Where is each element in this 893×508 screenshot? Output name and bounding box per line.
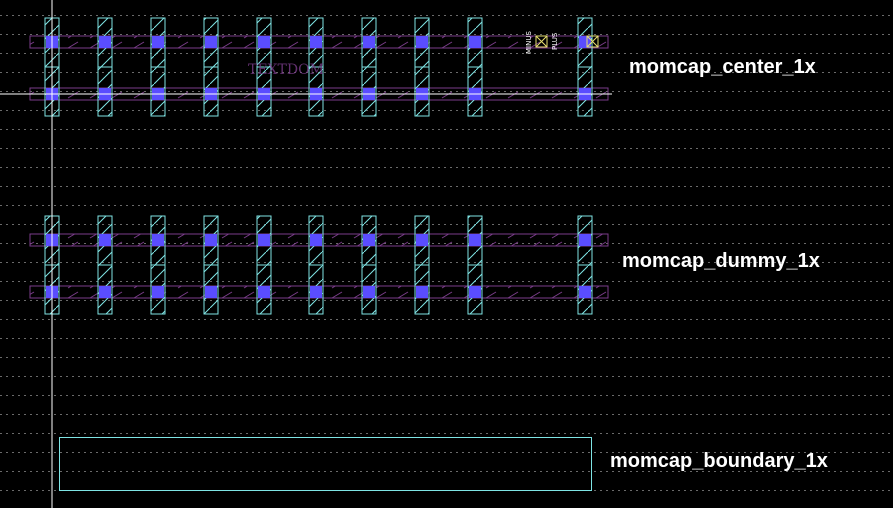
dummy-array bbox=[29, 215, 609, 315]
dummy-via bbox=[363, 234, 375, 246]
dummy-via bbox=[258, 234, 270, 246]
dummy-via bbox=[579, 234, 591, 246]
center-via bbox=[310, 36, 322, 48]
dummy-via bbox=[469, 234, 481, 246]
layout-canvas[interactable]: MINUS PLUS TEXTDOM momcap_center_1x momcap… bbox=[0, 0, 893, 508]
center-via bbox=[99, 36, 111, 48]
cell-label-dummy: momcap_dummy_1x bbox=[622, 250, 820, 272]
pin-label-minus: MINUS bbox=[525, 31, 533, 54]
pin-label-plus: PLUS bbox=[551, 32, 559, 50]
dummy-via bbox=[310, 286, 322, 298]
dummy-via bbox=[310, 234, 322, 246]
center-via bbox=[416, 36, 428, 48]
dummy-via bbox=[363, 286, 375, 298]
boundary-outline bbox=[59, 437, 592, 491]
dummy-via bbox=[205, 234, 217, 246]
cell-label-boundary: momcap_boundary_1x bbox=[610, 450, 828, 472]
dummy-via bbox=[205, 286, 217, 298]
dummy-via bbox=[152, 234, 164, 246]
center-array: MINUS PLUS TEXTDOM bbox=[29, 17, 609, 117]
cell-watermark: TEXTDOM bbox=[248, 62, 324, 78]
layout-structures: MINUS PLUS TEXTDOM bbox=[29, 17, 609, 491]
cell-label-center: momcap_center_1x bbox=[629, 56, 816, 78]
center-via bbox=[152, 36, 164, 48]
dummy-via bbox=[258, 286, 270, 298]
dummy-via bbox=[579, 286, 591, 298]
center-via bbox=[363, 36, 375, 48]
dummy-via bbox=[99, 234, 111, 246]
center-via bbox=[205, 36, 217, 48]
dummy-via bbox=[416, 234, 428, 246]
center-via bbox=[469, 36, 481, 48]
dummy-via bbox=[152, 286, 164, 298]
dummy-via bbox=[469, 286, 481, 298]
dummy-via bbox=[416, 286, 428, 298]
center-via bbox=[258, 36, 270, 48]
dummy-via bbox=[99, 286, 111, 298]
